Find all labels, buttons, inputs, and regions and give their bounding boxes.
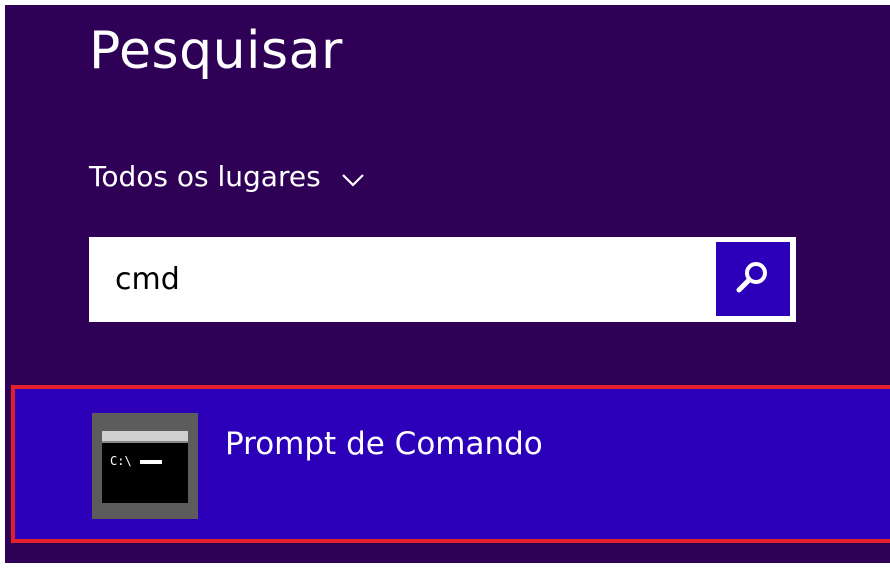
search-scope-label: Todos os lugares — [89, 160, 321, 193]
command-prompt-icon: C:\ — [92, 413, 198, 519]
chevron-down-icon — [341, 172, 365, 188]
search-result-command-prompt[interactable]: C:\ Prompt de Comando — [11, 385, 890, 543]
search-box — [89, 237, 796, 322]
page-title: Pesquisar — [89, 21, 343, 81]
search-scope-dropdown[interactable]: Todos os lugares — [89, 153, 365, 201]
search-pane: Pesquisar Todos os lugares cmd C:\ Promp… — [5, 5, 890, 563]
search-button[interactable] — [716, 242, 790, 316]
search-icon — [733, 257, 773, 301]
search-result-label: Prompt de Comando — [225, 426, 543, 462]
svg-text:C:\: C:\ — [110, 454, 132, 468]
search-input[interactable] — [115, 237, 705, 322]
